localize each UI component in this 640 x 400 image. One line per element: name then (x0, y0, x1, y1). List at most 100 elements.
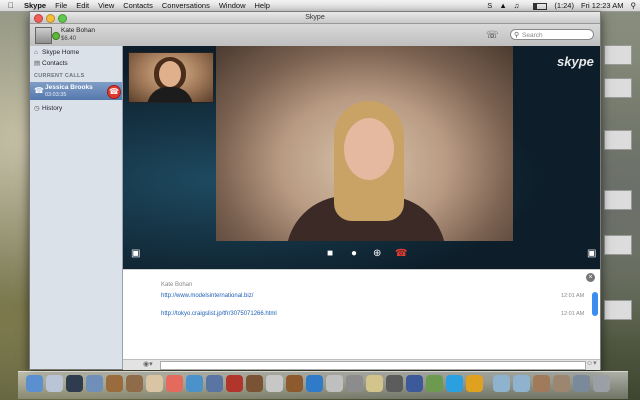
chat-message-link[interactable]: http://www.modelsinternational.biz/ (161, 293, 253, 299)
app-dock-icon[interactable] (206, 375, 223, 392)
status-menus: S ▲ ♫ (1:24) Fri 12:23 AM ⚲ (480, 0, 636, 11)
app-dock-icon[interactable] (386, 375, 403, 392)
menu-file[interactable]: File (55, 1, 67, 10)
folder-dock-icon[interactable] (493, 375, 510, 392)
sidebar-item-contacts[interactable]: ▤ Contacts (34, 59, 68, 67)
app-dock-icon[interactable] (346, 375, 363, 392)
menu-help[interactable]: Help (255, 1, 270, 10)
self-video-preview[interactable] (128, 52, 214, 103)
home-icon: ⌂ (34, 49, 38, 56)
menu-conversations[interactable]: Conversations (162, 1, 210, 10)
wifi-icon[interactable]: ▲ (499, 1, 506, 10)
fullscreen-button[interactable]: ▣ (587, 248, 596, 259)
sidebar-item-home[interactable]: ⌂ Skype Home (34, 49, 79, 56)
app-dock-icon[interactable] (226, 375, 243, 392)
launchpad-dock-icon[interactable] (46, 375, 63, 392)
account-name[interactable]: Kate Bohan (61, 27, 95, 34)
hang-up-button[interactable]: ☎ (395, 248, 407, 259)
history-icon: ◷ (34, 105, 40, 112)
message-sender: Kate Bohan (161, 282, 193, 288)
skype-credit[interactable]: $6.40 (61, 36, 76, 42)
call-duration: 03:03:35 (45, 92, 67, 98)
stack-dock-icon[interactable] (573, 375, 590, 392)
search-icon: ⚲ (514, 32, 520, 39)
desktop-file-icon[interactable] (598, 45, 638, 67)
call-info-icon[interactable]: ▣ (131, 248, 140, 259)
call-contact-name: Jessica Brooks (45, 84, 93, 91)
dock (18, 371, 628, 399)
desktop-screenshot-icon[interactable] (598, 235, 638, 257)
finder-dock-icon[interactable] (26, 375, 43, 392)
dashboard-dock-icon[interactable] (66, 375, 83, 392)
dialpad-icon[interactable]: ☏ (486, 30, 499, 41)
video-call-area: skype ▣ ■ ● ⊕ ☎ ▣ (123, 46, 600, 269)
close-chat-icon[interactable]: × (586, 273, 595, 282)
app-dock-icon[interactable] (326, 375, 343, 392)
volume-icon[interactable]: ♫ (514, 1, 520, 10)
window-title: Skype (305, 14, 325, 21)
account-toolbar: Kate Bohan $6.40 ☏ ⚲ Search (30, 24, 600, 47)
battery-icon[interactable] (526, 1, 548, 10)
help-dock-icon[interactable] (366, 375, 383, 392)
phone-icon: ☎ (34, 86, 44, 95)
skype-status-icon[interactable]: S (487, 1, 492, 10)
menu-view[interactable]: View (98, 1, 114, 10)
search-placeholder: Search (522, 32, 543, 39)
chat-message-link[interactable]: http://tokyo.craigslist.jp/tfr/307507126… (161, 311, 277, 317)
garageband-dock-icon[interactable] (286, 375, 303, 392)
end-call-button[interactable]: ☎ (107, 85, 121, 99)
stack-dock-icon[interactable] (553, 375, 570, 392)
contacts-dock-icon[interactable] (146, 375, 163, 392)
time-machine-dock-icon[interactable] (306, 375, 323, 392)
iphoto-dock-icon[interactable] (246, 375, 263, 392)
skype-logo: skype (557, 54, 594, 69)
app-dock-icon[interactable] (106, 375, 123, 392)
skype-dock-icon[interactable] (446, 375, 463, 392)
desktop-screenshot-icon[interactable] (598, 190, 638, 212)
spotlight-icon[interactable]: ⚲ (631, 1, 637, 10)
mail-dock-icon[interactable] (86, 375, 103, 392)
app-dock-icon[interactable] (406, 375, 423, 392)
video-camera-button[interactable]: ■ (327, 248, 333, 259)
search-input[interactable]: ⚲ Search (510, 29, 594, 40)
chat-scrollbar[interactable] (592, 292, 598, 316)
message-input[interactable] (160, 361, 586, 370)
app-dock-icon[interactable] (426, 375, 443, 392)
message-time: 12:01 AM (561, 311, 585, 317)
sidebar: ⌂ Skype Home ▤ Contacts CURRENT CALLS ☎ Je… (30, 46, 123, 369)
menu-app[interactable]: Skype (24, 1, 46, 10)
stack-dock-icon[interactable] (533, 375, 550, 392)
chat-options-icon[interactable]: ◉▾ (143, 360, 153, 368)
online-status-icon[interactable] (52, 32, 60, 40)
battery-time: (1:24) (554, 1, 574, 10)
call-controls: ▣ ■ ● ⊕ ☎ ▣ (123, 244, 600, 267)
skype-window: Skype Kate Bohan $6.40 ☏ ⚲ Search ⌂ Skype… (29, 11, 601, 370)
menubar-clock[interactable]: Fri 12:23 AM (581, 1, 624, 10)
chat-panel: × Kate Bohan http://www.modelsinternatio… (123, 269, 600, 360)
avatar[interactable] (35, 27, 52, 44)
trash-dock-icon[interactable] (593, 375, 610, 392)
microphone-button[interactable]: ● (351, 248, 357, 259)
menu-edit[interactable]: Edit (76, 1, 89, 10)
app-dock-icon[interactable] (266, 375, 283, 392)
sidebar-item-active-call[interactable]: ☎ Jessica Brooks 03:03:35 ☎ (30, 82, 122, 100)
contacts-icon: ▤ (34, 60, 41, 67)
desktop-screenshot-icon[interactable] (598, 300, 638, 322)
chrome-dock-icon[interactable] (466, 375, 483, 392)
desktop-screenshot-icon[interactable] (598, 130, 638, 152)
itunes-dock-icon[interactable] (186, 375, 203, 392)
folder-dock-icon[interactable] (513, 375, 530, 392)
emoticon-icon[interactable]: ☺▾ (586, 359, 597, 367)
app-dock-icon[interactable] (126, 375, 143, 392)
add-button[interactable]: ⊕ (373, 248, 381, 259)
title-bar[interactable]: Skype (30, 12, 600, 24)
remote-video-feed (216, 46, 513, 241)
apple-menu-icon[interactable]:  (8, 1, 18, 10)
desktop-file-icon[interactable] (598, 78, 638, 100)
message-time: 12:01 AM (561, 293, 585, 299)
sidebar-item-history[interactable]: ◷ History (34, 104, 62, 112)
current-calls-header: CURRENT CALLS (34, 73, 85, 79)
menu-window[interactable]: Window (219, 1, 246, 10)
calendar-dock-icon[interactable] (166, 375, 183, 392)
menu-contacts[interactable]: Contacts (123, 1, 153, 10)
